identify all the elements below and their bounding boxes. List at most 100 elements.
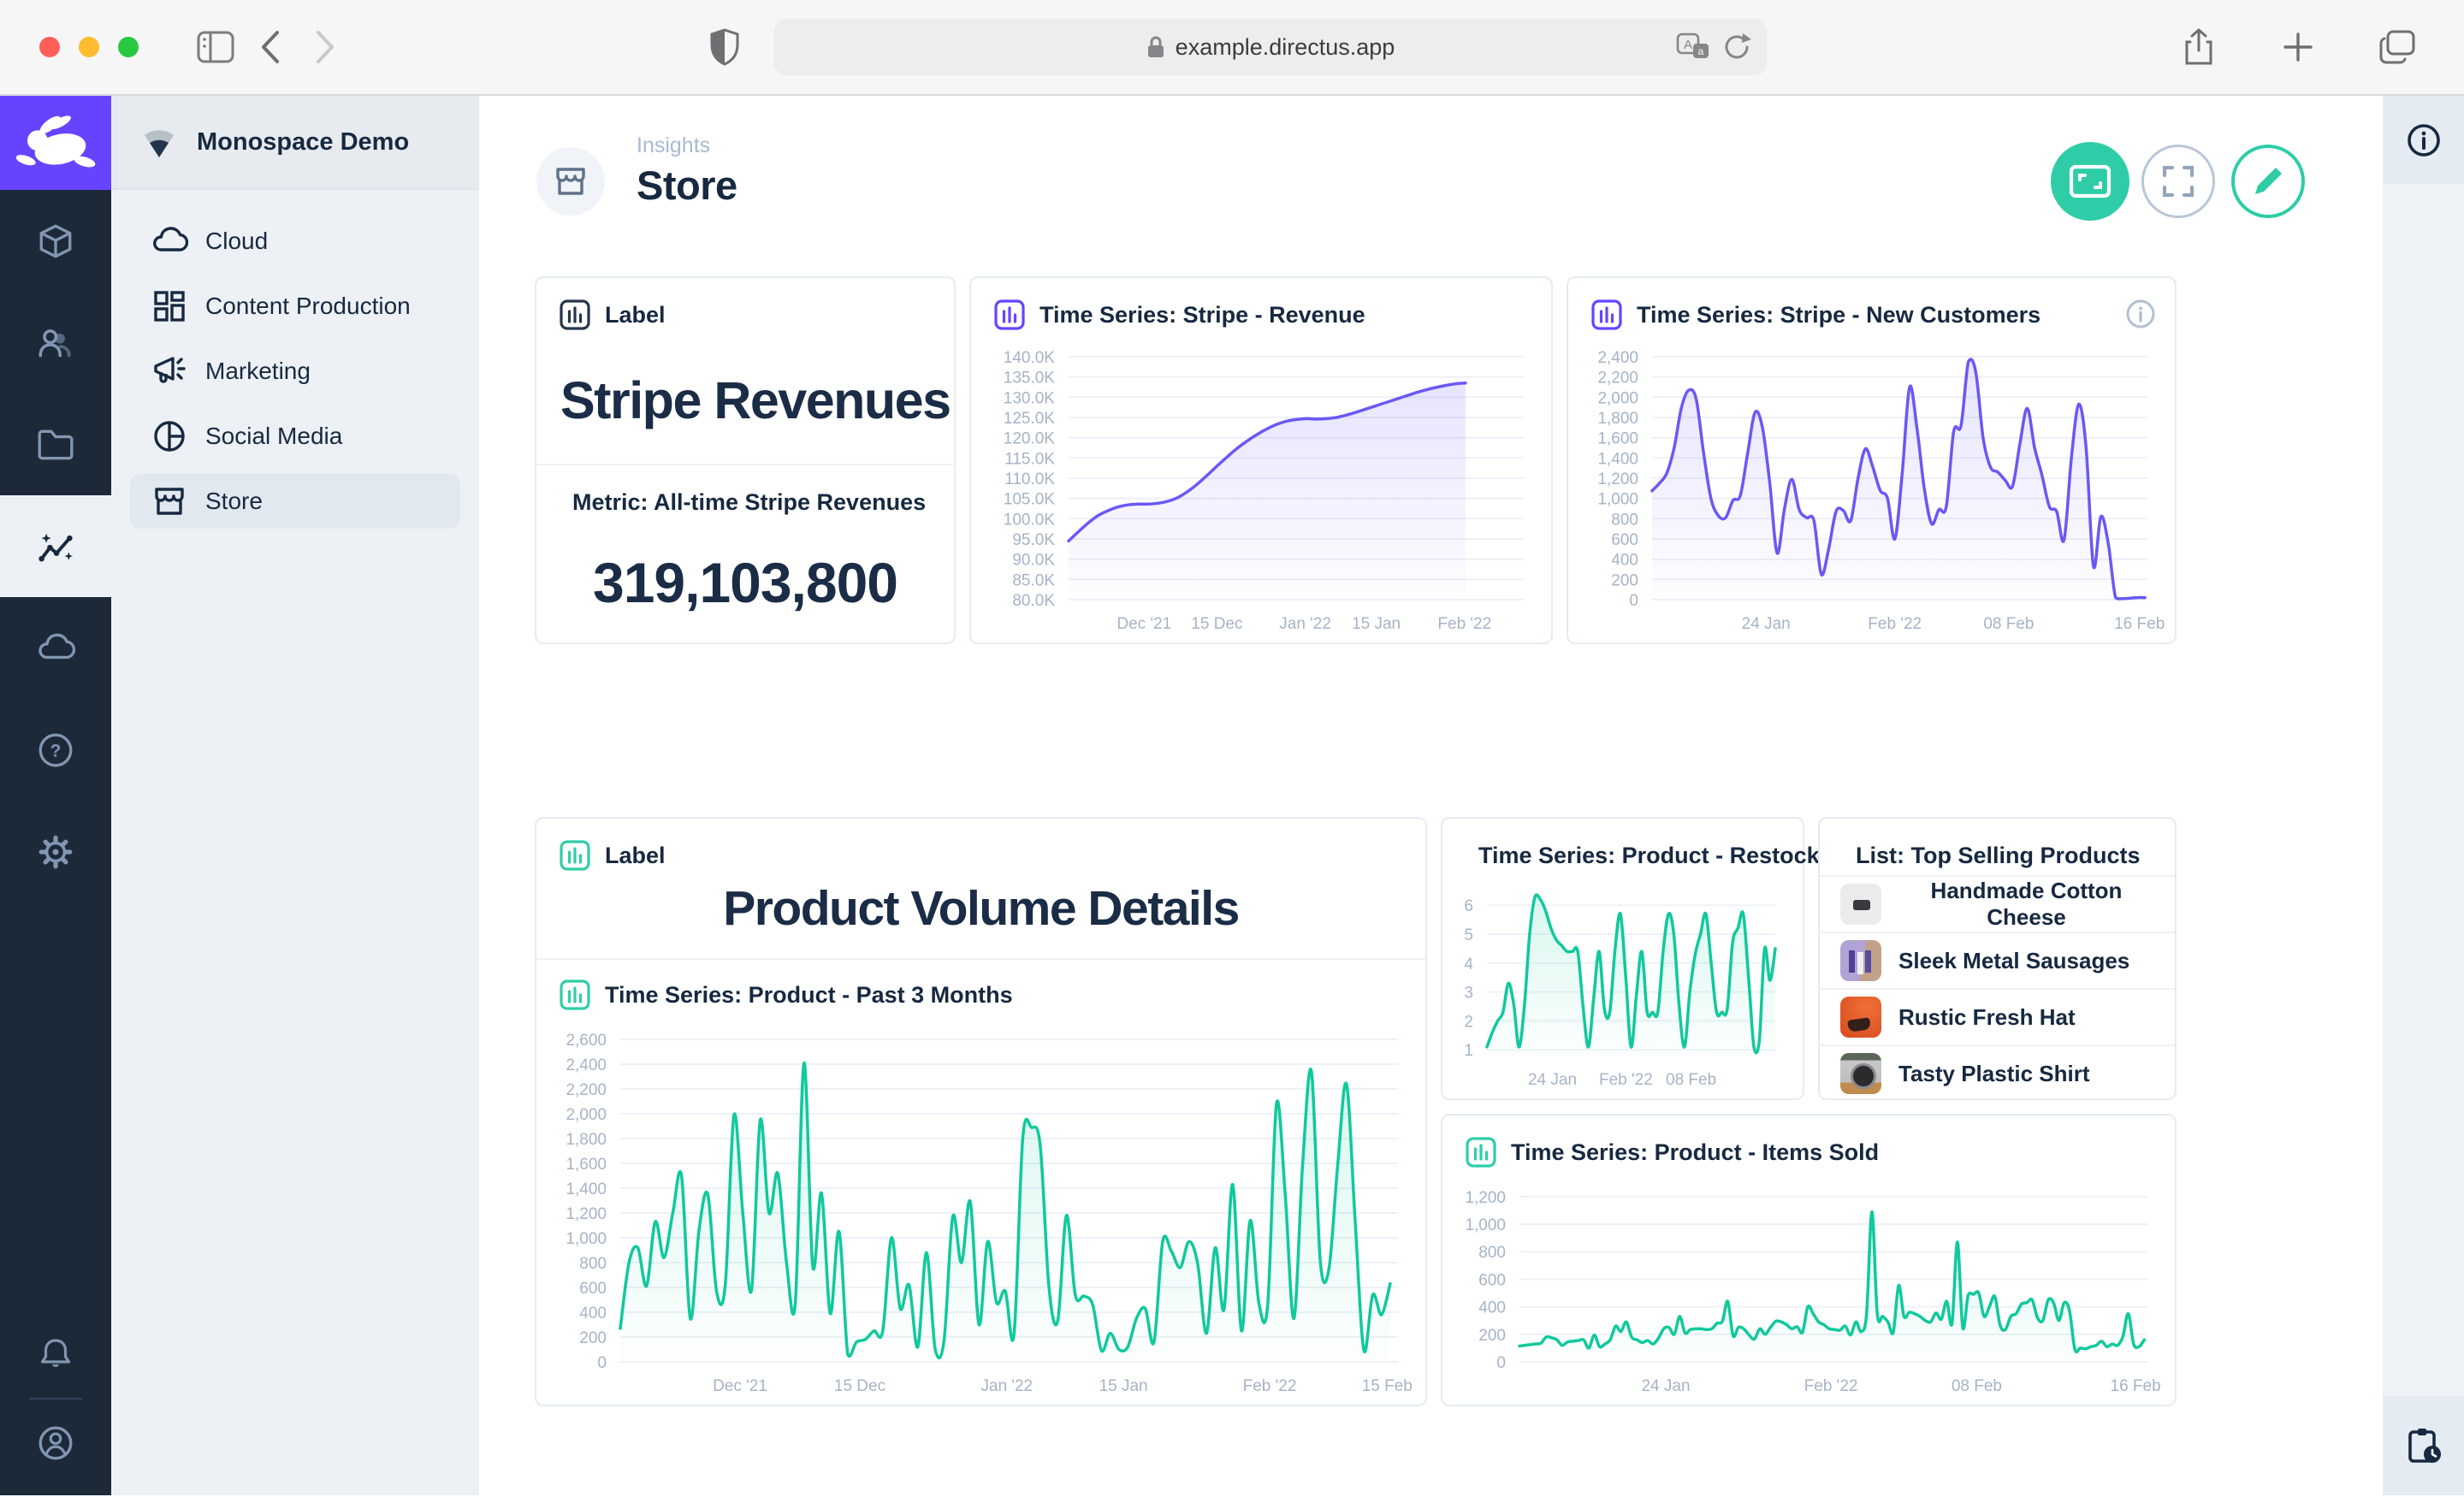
svg-text:200: 200	[1478, 1327, 1506, 1345]
activity-log-button[interactable]	[2383, 1396, 2464, 1495]
megaphone-icon	[151, 352, 188, 390]
svg-text:200: 200	[579, 1329, 607, 1347]
svg-text:15 Jan: 15 Jan	[1352, 615, 1401, 633]
tab-overview-button[interactable]	[2370, 20, 2425, 74]
svg-text:0: 0	[1496, 1354, 1506, 1372]
dashboard-icon-circle	[536, 147, 605, 216]
nav-item-cloud[interactable]: Cloud	[130, 214, 460, 269]
svg-text:2,200: 2,200	[566, 1081, 607, 1099]
svg-text:15 Dec: 15 Dec	[1191, 615, 1242, 633]
svg-text:400: 400	[579, 1305, 607, 1322]
svg-text:Feb '22: Feb '22	[1243, 1377, 1297, 1395]
svg-text:135.0K: 135.0K	[1004, 370, 1056, 388]
svg-text:105.0K: 105.0K	[1004, 491, 1056, 509]
svg-text:1,000: 1,000	[1465, 1216, 1506, 1234]
module-content[interactable]	[0, 190, 111, 292]
chart-title: Time Series: Product - Past 3 Months	[605, 982, 1013, 1009]
product-name: Rustic Fresh Hat	[1898, 1004, 2076, 1031]
chevron-left-icon	[259, 29, 281, 65]
metric-heading-text: Metric: All-time Stripe Revenues	[572, 489, 926, 516]
panel-heading: Label	[559, 299, 894, 331]
breadcrumb-insights[interactable]: Insights	[637, 133, 710, 158]
module-users[interactable]	[0, 292, 111, 393]
svg-text:?: ?	[50, 741, 62, 760]
svg-text:120.0K: 120.0K	[1004, 430, 1056, 448]
module-files[interactable]	[0, 393, 111, 495]
nav-item-social-media[interactable]: Social Media	[130, 409, 460, 464]
past-3-months-chart: 02004006008001,0001,2001,4001,6001,8002,…	[542, 1026, 1415, 1401]
user-menu-button[interactable]	[0, 1406, 111, 1480]
stripe-revenues-label: Stripe Revenues	[560, 370, 951, 430]
minimize-window-button[interactable]	[79, 37, 99, 57]
module-cloud[interactable]	[0, 597, 111, 699]
edit-pencil-icon	[2249, 163, 2287, 200]
product-volume-label: Product Volume Details	[536, 880, 1425, 937]
collection-nav: Cloud Content Production Marketing Socia…	[111, 190, 479, 563]
svg-text:2,000: 2,000	[1597, 389, 1638, 407]
shield-icon	[710, 28, 739, 66]
svg-text:110.0K: 110.0K	[1004, 470, 1055, 488]
list-item[interactable]: Tasty Plastic Shirt	[1820, 1044, 2175, 1101]
list-item[interactable]: Sleek Metal Sausages	[1820, 932, 2175, 988]
forward-button[interactable]	[298, 20, 352, 74]
list-item[interactable]: Rustic Fresh Hat	[1820, 988, 2175, 1044]
svg-text:4: 4	[1464, 956, 1473, 973]
folder-icon	[36, 425, 75, 464]
lock-icon	[1146, 35, 1165, 59]
url-bar[interactable]: example.directus.app Aa	[774, 19, 1767, 75]
svg-text:90.0K: 90.0K	[1012, 552, 1055, 570]
nav-item-label: Marketing	[205, 358, 311, 385]
panel-stripe-label-metric: Label Stripe Revenues Metric: All-time S…	[535, 276, 956, 644]
project-switcher[interactable]: Monospace Demo	[111, 96, 479, 190]
nav-item-label: Social Media	[205, 423, 342, 450]
reload-icon[interactable]	[1722, 33, 1751, 62]
new-tab-button[interactable]	[2271, 20, 2325, 74]
chart-title: Time Series: Product - Restocks	[1478, 843, 1833, 869]
zoom-window-button[interactable]	[118, 37, 139, 57]
privacy-shield-button[interactable]	[697, 20, 752, 74]
svg-text:A: A	[1684, 38, 1692, 52]
svg-text:1: 1	[1464, 1042, 1473, 1060]
svg-text:1,000: 1,000	[1597, 491, 1638, 509]
module-help[interactable]: ?	[0, 699, 111, 801]
close-window-button[interactable]	[39, 37, 60, 57]
nav-item-content-production[interactable]: Content Production	[130, 279, 460, 334]
translate-icon[interactable]: Aa	[1676, 33, 1710, 62]
share-icon	[2184, 28, 2213, 66]
label-panel-icon	[559, 839, 591, 872]
divider	[29, 1398, 82, 1399]
edit-dashboard-button[interactable]	[2231, 145, 2305, 218]
storefront-icon	[552, 163, 589, 200]
divider	[536, 958, 1425, 960]
label-panel-icon	[559, 299, 591, 331]
product-thumbnail	[1840, 997, 1881, 1038]
back-button[interactable]	[243, 20, 298, 74]
svg-text:800: 800	[1611, 511, 1638, 529]
svg-text:600: 600	[1611, 531, 1638, 549]
chart-title: Time Series: Stripe - Revenue	[1040, 302, 1365, 328]
module-settings[interactable]	[0, 801, 111, 902]
svg-text:15 Dec: 15 Dec	[834, 1377, 886, 1395]
svg-text:Feb '22: Feb '22	[1804, 1377, 1858, 1395]
directus-logo[interactable]	[0, 96, 111, 190]
svg-text:5: 5	[1464, 926, 1473, 944]
chevron-right-icon	[314, 29, 336, 65]
rabbit-logo-icon	[9, 104, 103, 182]
share-button[interactable]	[2171, 20, 2226, 74]
nav-item-marketing[interactable]: Marketing	[130, 344, 460, 399]
panel-info-button[interactable]	[2125, 299, 2156, 332]
browser-chrome: example.directus.app Aa	[0, 0, 2464, 96]
nav-item-store[interactable]: Store	[130, 474, 460, 529]
svg-text:15 Feb: 15 Feb	[1362, 1377, 1413, 1395]
fit-view-button[interactable]	[2051, 142, 2129, 221]
sidebar-toggle-button[interactable]	[188, 20, 243, 74]
panel-heading-text: Label	[605, 843, 666, 869]
fullscreen-button[interactable]	[2141, 145, 2215, 218]
info-sidebar-button[interactable]	[2383, 96, 2464, 184]
list-item[interactable]: Handmade Cotton Cheese	[1820, 875, 2175, 932]
svg-text:Feb '22: Feb '22	[1437, 615, 1491, 633]
notifications-button[interactable]	[0, 1317, 111, 1391]
panel-heading-text: List: Top Selling Products	[1856, 843, 2141, 869]
storefront-icon	[151, 482, 188, 520]
module-insights[interactable]	[0, 495, 111, 597]
